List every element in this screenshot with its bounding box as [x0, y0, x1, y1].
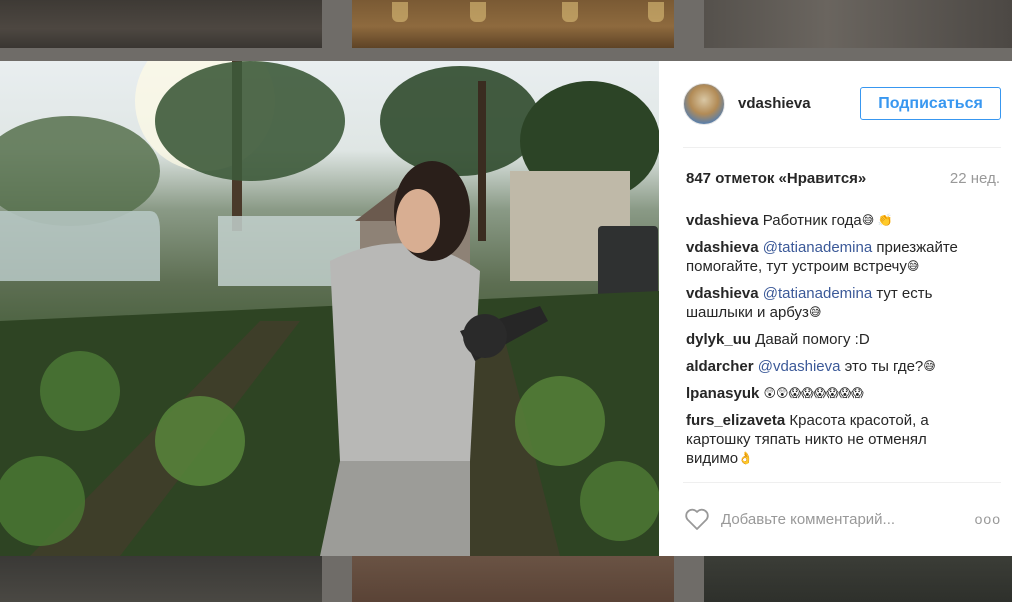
more-options-icon[interactable]: ooo — [975, 511, 1001, 527]
comment-text: Давай помогу :D — [755, 331, 870, 348]
post-author-username[interactable]: vdashieva — [738, 95, 811, 112]
comment-emoji: 😅 👏 — [861, 213, 893, 227]
background-thumbnail[interactable] — [0, 0, 322, 48]
comment-username[interactable]: vdashieva — [686, 239, 759, 256]
comment-emoji: 😲😲😱😱😱😱😱😱 — [763, 386, 864, 400]
comment-mention[interactable]: @vdashieva — [758, 358, 841, 375]
comment-emoji: 😅 — [906, 259, 920, 273]
comment-emoji: 👌 — [738, 451, 754, 465]
comment-username[interactable]: lpanasyuk — [686, 385, 759, 402]
likes-count[interactable]: 847 отметок «Нравится» — [686, 170, 866, 187]
comment-emoji: 😅 — [808, 305, 822, 319]
comment-item: vdashieva @tatianademina приезжайте помо… — [686, 238, 976, 276]
comment-input[interactable] — [721, 508, 951, 530]
post-time[interactable]: 22 нед. — [950, 170, 1000, 187]
comments-divider — [683, 482, 1001, 483]
comment-username[interactable]: vdashieva — [686, 285, 759, 302]
heart-icon[interactable] — [684, 507, 710, 536]
background-thumbnail[interactable] — [704, 556, 1012, 602]
comment-item: dylyk_uu Давай помогу :D — [686, 330, 976, 349]
header-divider — [683, 147, 1001, 148]
comment-username[interactable]: furs_elizaveta — [686, 412, 785, 429]
avatar[interactable] — [683, 83, 725, 125]
post-details-panel: vdashieva Подписаться 847 отметок «Нрави… — [659, 61, 1012, 556]
comment-emoji: 😅 — [923, 359, 936, 373]
comment-username[interactable]: dylyk_uu — [686, 331, 751, 348]
comment-mention[interactable]: @tatianademina — [763, 239, 872, 256]
follow-button[interactable]: Подписаться — [860, 87, 1001, 120]
comment-item: vdashieva Работник года😅 👏 — [686, 211, 976, 230]
background-thumbnail[interactable] — [704, 0, 1012, 48]
comment-text: Работник года — [762, 212, 862, 229]
comments-list: vdashieva Работник года😅 👏 vdashieva @tat… — [686, 211, 976, 476]
background-thumbnail[interactable] — [352, 556, 674, 602]
background-thumbnail[interactable] — [352, 0, 674, 48]
comment-text: это ты где? — [840, 358, 924, 375]
comment-mention[interactable]: @tatianademina — [763, 285, 872, 302]
comment-username[interactable]: aldarcher — [686, 358, 754, 375]
comment-item: furs_elizaveta Красота красотой, а карто… — [686, 411, 976, 468]
comment-item: vdashieva @tatianademina тут есть шашлык… — [686, 284, 976, 322]
comment-item: aldarcher @vdashieva это ты где?😅 — [686, 357, 976, 376]
post-photo — [0, 61, 659, 556]
add-comment-row: ooo — [683, 501, 1001, 537]
background-thumbnail[interactable] — [0, 556, 322, 602]
comment-item: lpanasyuk 😲😲😱😱😱😱😱😱 — [686, 384, 976, 403]
post-photo-illustration — [0, 61, 659, 556]
comment-username[interactable]: vdashieva — [686, 212, 759, 229]
